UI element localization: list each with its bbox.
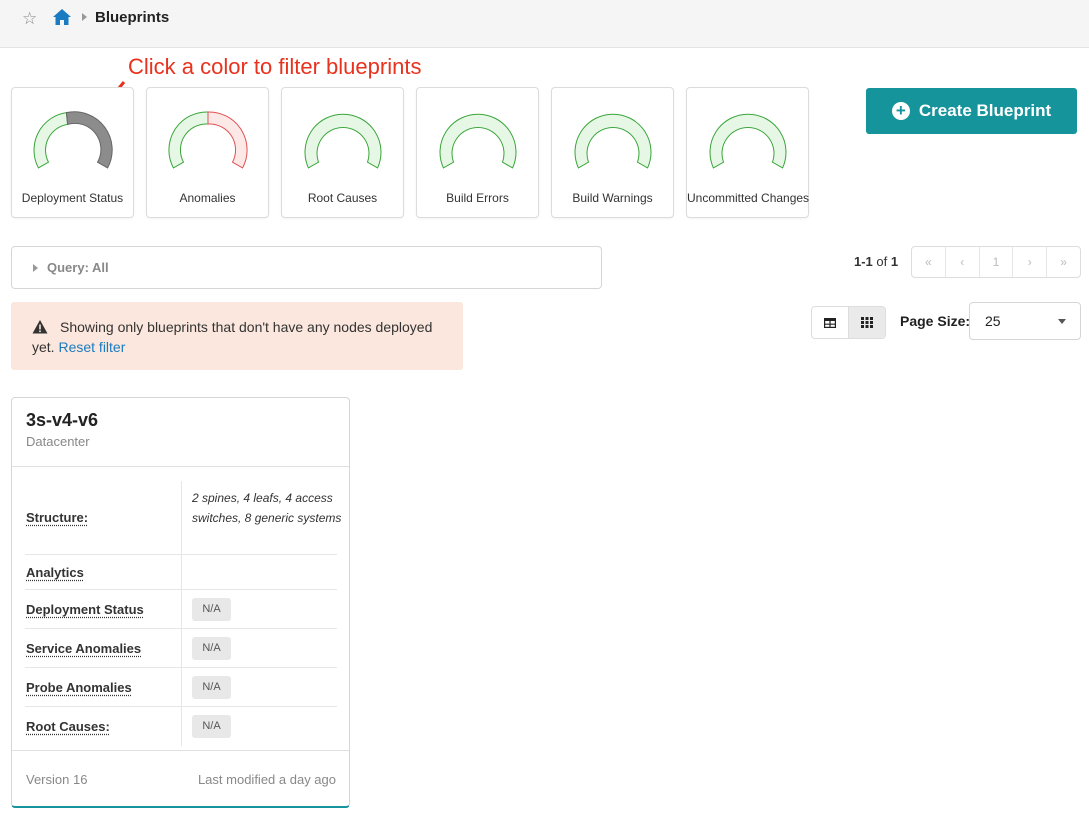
prev-page-button[interactable]: ‹ <box>946 247 980 277</box>
detail-row-probe-anomalies: Probe Anomalies N/A <box>25 668 337 707</box>
page-range: 1-1 <box>854 254 873 269</box>
gauge-build-warnings-icon[interactable] <box>569 106 657 176</box>
next-page-button[interactable]: › <box>1013 247 1048 277</box>
gauge-root-causes[interactable]: Root Causes <box>281 87 404 218</box>
blueprint-type: Datacenter <box>26 434 90 449</box>
page-size-value: 25 <box>985 313 1001 329</box>
column-divider <box>181 629 182 667</box>
status-badge: N/A <box>192 598 231 621</box>
pagination: « ‹ 1 › » <box>911 246 1081 278</box>
detail-key: Probe Anomalies <box>26 680 132 695</box>
divider <box>12 466 349 467</box>
detail-key: Deployment Status <box>26 602 144 617</box>
detail-key: Structure: <box>26 510 89 525</box>
reset-filter-link[interactable]: Reset filter <box>58 339 125 355</box>
gauge-uncommitted-changes[interactable]: Uncommitted Changes <box>686 87 809 218</box>
create-blueprint-label: Create Blueprint <box>918 101 1052 120</box>
breadcrumb-separator-icon <box>82 13 87 21</box>
gauge-deployment-status[interactable]: Deployment Status <box>11 87 134 218</box>
dropdown-caret-icon <box>1058 319 1066 324</box>
first-page-button[interactable]: « <box>912 247 946 277</box>
gauge-label: Uncommitted Changes <box>687 191 810 205</box>
detail-row-deployment-status: Deployment Status N/A <box>25 590 337 629</box>
gauge-deployment-status-icon[interactable] <box>29 106 117 176</box>
column-divider <box>181 707 182 746</box>
last-page-button[interactable]: » <box>1047 247 1080 277</box>
gauge-build-errors[interactable]: Build Errors <box>416 87 539 218</box>
page-size-label: Page Size: <box>900 313 971 329</box>
page-total: 1 <box>890 254 899 269</box>
gauge-root-causes-icon[interactable] <box>299 106 387 176</box>
blueprint-details: Structure: 2 spines, 4 leafs, 4 access s… <box>25 481 341 746</box>
home-icon[interactable] <box>52 8 72 29</box>
page-of-label: of <box>876 254 888 269</box>
divider <box>12 750 349 751</box>
detail-row-service-anomalies: Service Anomalies N/A <box>25 629 337 668</box>
gauge-build-warnings[interactable]: Build Warnings <box>551 87 674 218</box>
detail-key: Root Causes: <box>26 719 110 734</box>
page-size-select[interactable]: 25 <box>969 302 1081 340</box>
card-view-button[interactable] <box>848 307 885 338</box>
alert-message: Showing only blueprints that don't have … <box>32 317 452 357</box>
status-badge: N/A <box>192 676 231 699</box>
detail-row-analytics: Analytics <box>25 555 337 590</box>
gauge-label: Deployment Status <box>21 191 124 205</box>
detail-value: 2 spines, 4 leafs, 4 access switches, 8 … <box>192 491 342 525</box>
gauge-label: Anomalies <box>179 191 236 205</box>
annotation-text: Click a color to filter blueprints <box>128 54 422 79</box>
gauge-build-errors-icon[interactable] <box>434 106 522 176</box>
column-divider <box>181 668 182 706</box>
star-outline-icon[interactable]: ☆ <box>22 9 37 29</box>
create-blueprint-button[interactable]: + Create Blueprint <box>866 88 1077 134</box>
plus-circle-icon: + <box>891 102 910 120</box>
page-title: Blueprints <box>95 9 170 26</box>
expand-caret-icon[interactable] <box>33 264 38 272</box>
detail-key: Analytics <box>26 565 84 580</box>
gauge-uncommitted-changes-icon[interactable] <box>704 106 792 176</box>
gauge-anomalies[interactable]: Anomalies <box>146 87 269 218</box>
gauge-anomalies-icon[interactable] <box>164 106 252 176</box>
query-panel[interactable]: Query: All <box>11 246 602 289</box>
gauge-label: Root Causes <box>307 191 378 205</box>
detail-row-root-causes: Root Causes: N/A <box>25 707 337 746</box>
table-view-button[interactable] <box>812 307 848 338</box>
table-view-icon <box>824 317 836 328</box>
card-view-icon <box>861 317 873 328</box>
page-info: 1-1 of 1 <box>854 254 898 269</box>
blueprint-last-modified: Last modified a day ago <box>197 772 336 787</box>
filter-alert: Showing only blueprints that don't have … <box>11 302 463 370</box>
blueprint-name[interactable]: 3s-v4-v6 <box>26 410 98 431</box>
current-page-button[interactable]: 1 <box>980 247 1014 277</box>
status-badge: N/A <box>192 637 231 660</box>
status-badge: N/A <box>192 715 231 738</box>
column-divider <box>181 555 182 589</box>
blueprint-card[interactable]: 3s-v4-v6 Datacenter Structure: 2 spines,… <box>11 397 350 808</box>
blueprint-version: Version 16 <box>26 772 88 787</box>
view-toggle <box>811 306 886 339</box>
detail-key: Service Anomalies <box>26 641 142 656</box>
gauge-label: Build Errors <box>446 191 509 205</box>
query-label: Query: All <box>47 260 109 275</box>
column-divider <box>181 481 182 554</box>
gauge-label: Build Warnings <box>572 191 653 205</box>
detail-row-structure: Structure: 2 spines, 4 leafs, 4 access s… <box>25 481 341 555</box>
column-divider <box>181 590 182 628</box>
top-bar: ☆ Blueprints <box>0 0 1089 48</box>
